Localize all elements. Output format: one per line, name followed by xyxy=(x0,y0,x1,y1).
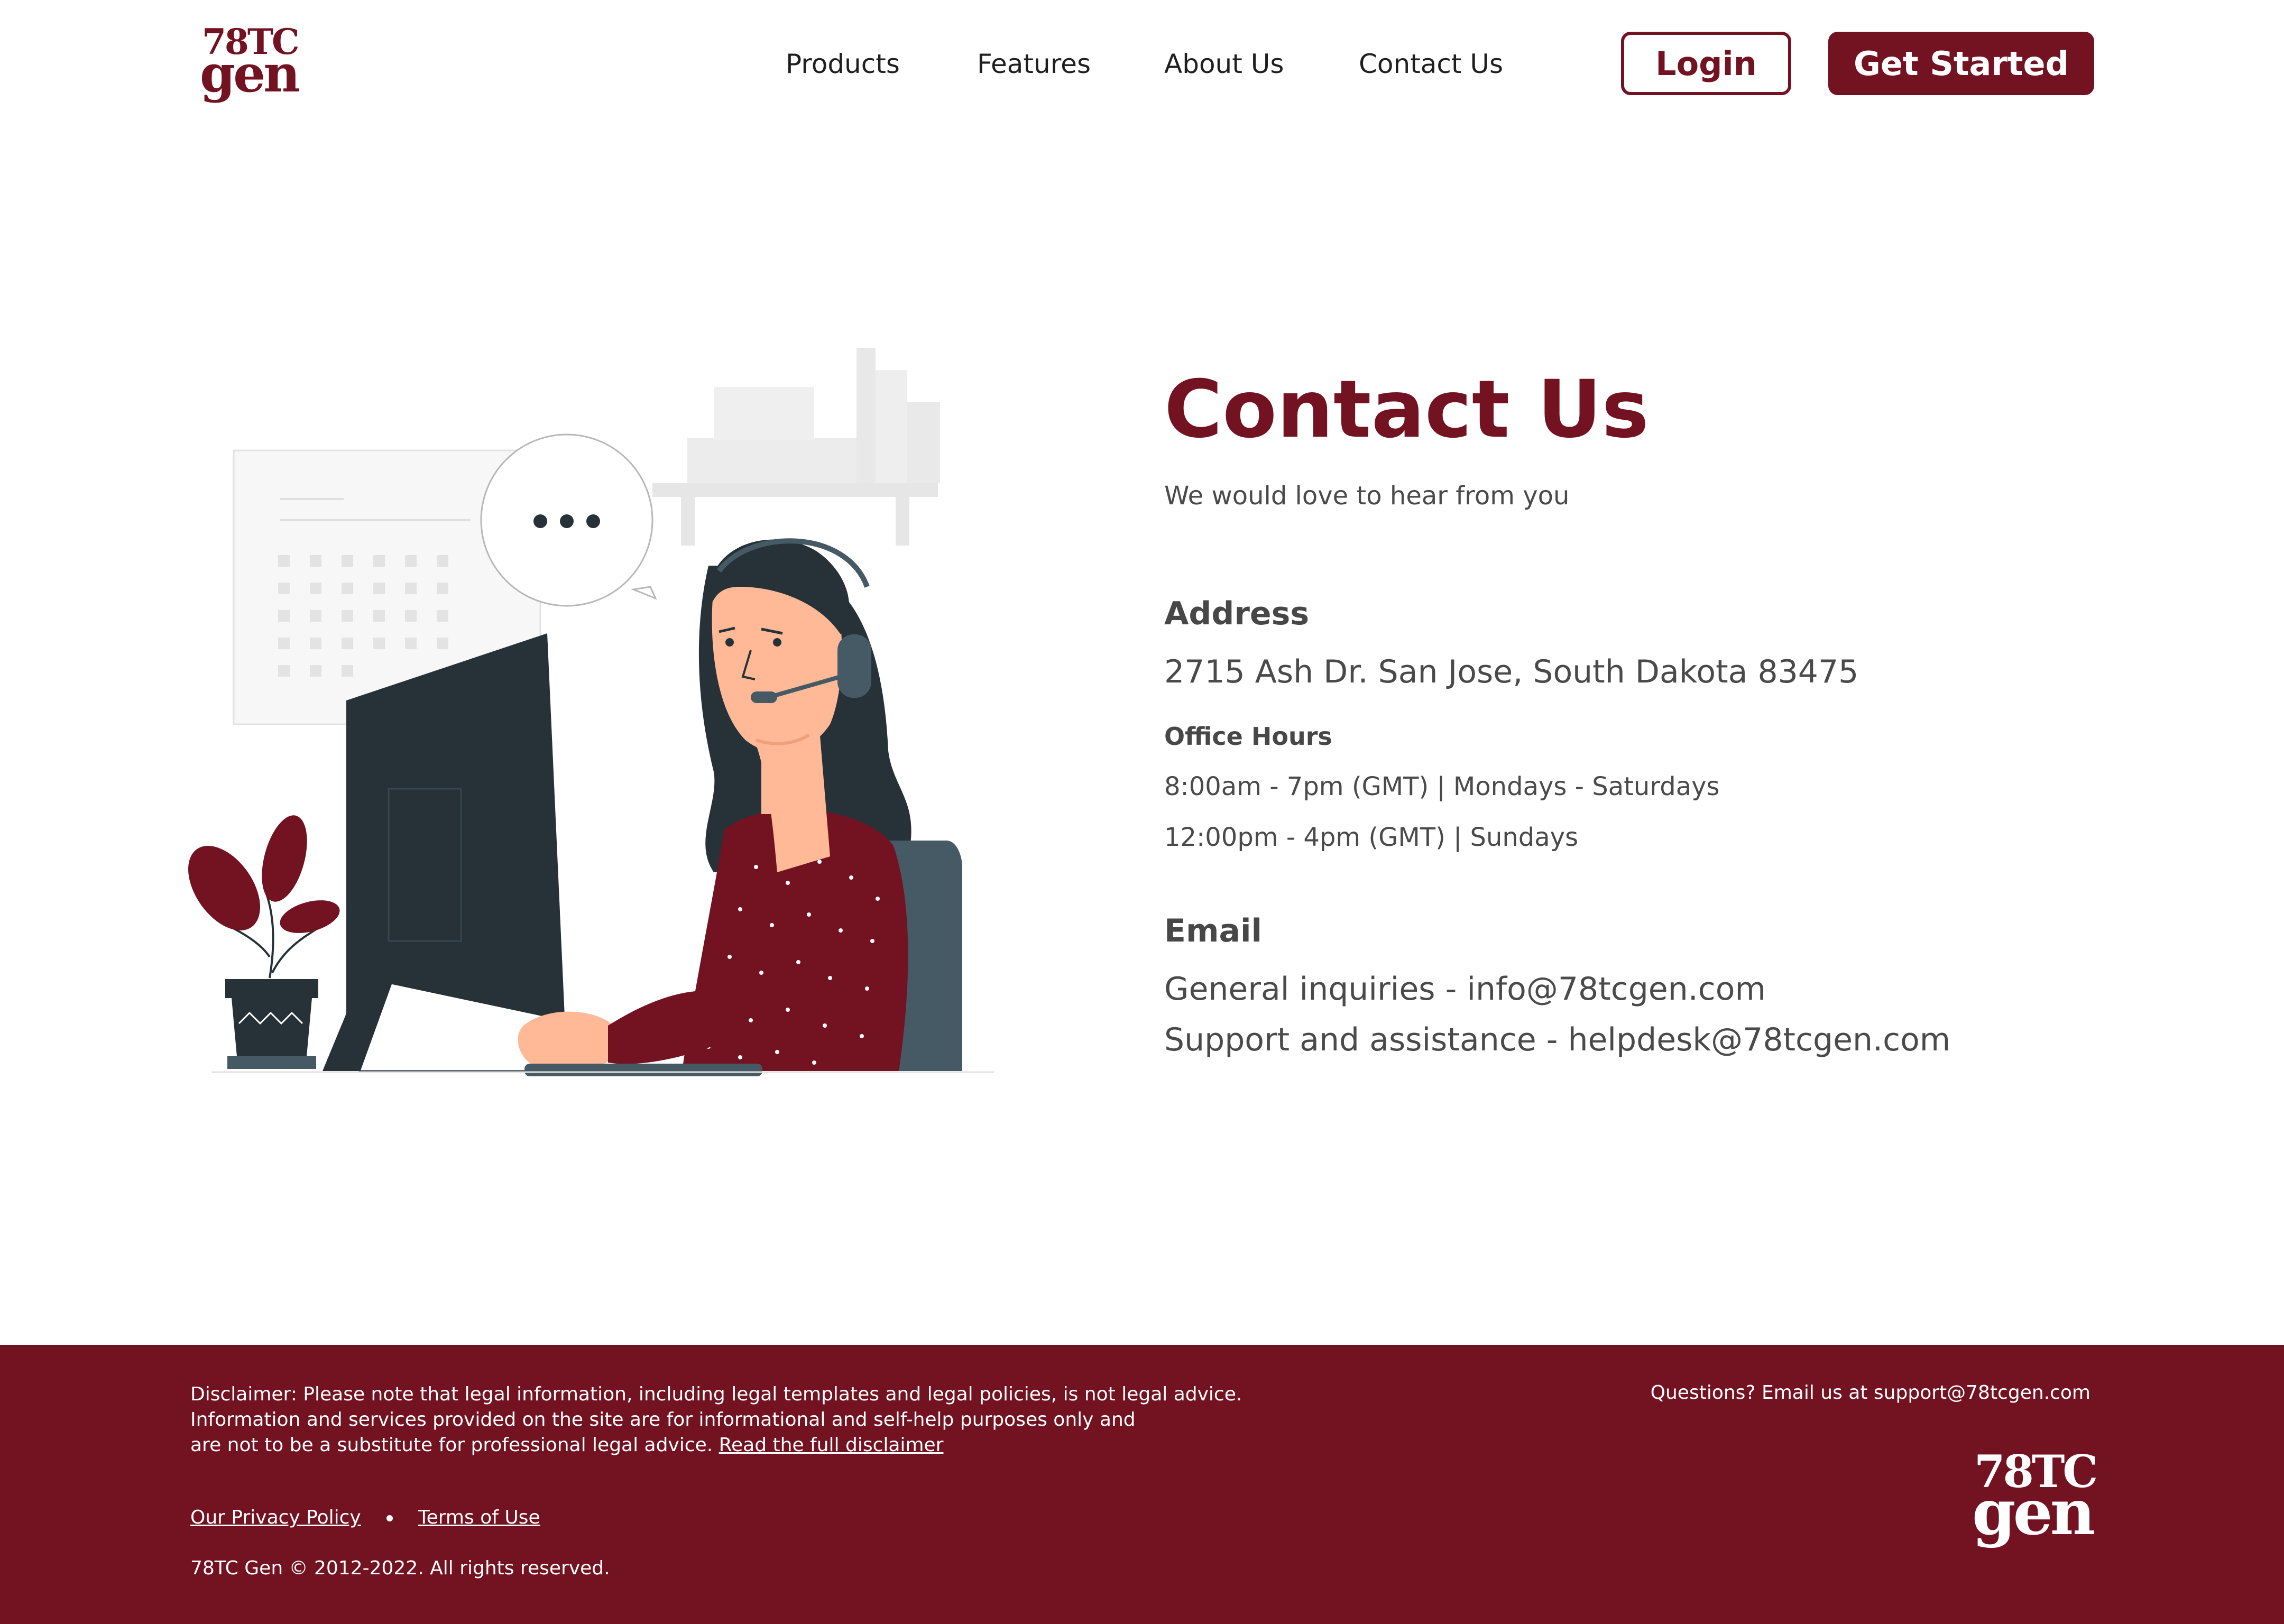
site-header: 78TC gen Products Features About Us Cont… xyxy=(0,0,2284,127)
page-title: Contact Us xyxy=(1164,364,1649,456)
footer-links: Our Privacy Policy Terms of Use xyxy=(190,1507,540,1528)
email-heading: Email xyxy=(1164,912,1263,949)
read-disclaimer-link[interactable]: Read the full disclaimer xyxy=(719,1434,944,1456)
nav-about-us[interactable]: About Us xyxy=(1164,49,1284,79)
copyright-text: 78TC Gen © 2012-2022. All rights reserve… xyxy=(190,1557,610,1579)
disclaimer-line: Information and services provided on the… xyxy=(190,1409,1136,1431)
address-heading: Address xyxy=(1164,595,1310,632)
monitor-icon xyxy=(323,633,567,1072)
terms-of-use-link[interactable]: Terms of Use xyxy=(418,1507,540,1528)
nav-products[interactable]: Products xyxy=(786,49,900,79)
disclaimer-line: Disclaimer: Please note that legal infor… xyxy=(190,1383,1242,1405)
speech-bubble-icon xyxy=(480,433,657,607)
disclaimer-line: are not to be a substitute for professio… xyxy=(190,1433,1301,1458)
nav-contact-us[interactable]: Contact Us xyxy=(1359,49,1503,79)
address-text: 2715 Ash Dr. San Jose, South Dakota 8347… xyxy=(1164,653,1859,690)
privacy-policy-link[interactable]: Our Privacy Policy xyxy=(190,1507,361,1528)
page-subtitle: We would love to hear from you xyxy=(1164,481,1570,511)
footer-logo-line-2: gen xyxy=(1972,1475,2095,1549)
site-footer: Disclaimer: Please note that legal infor… xyxy=(0,1345,2284,1624)
office-hours-sundays: 12:00pm - 4pm (GMT) | Sundays xyxy=(1164,823,1579,852)
disclaimer-text: Disclaimer: Please note that legal infor… xyxy=(190,1382,1301,1458)
shelf-icon xyxy=(652,348,940,546)
nav-features[interactable]: Features xyxy=(977,49,1091,79)
office-hours-weekdays: 8:00am - 7pm (GMT) | Mondays - Saturdays xyxy=(1164,772,1720,801)
potted-plant-icon xyxy=(188,815,340,1069)
customer-support-agent-illustration xyxy=(188,348,994,1076)
get-started-button[interactable]: Get Started xyxy=(1828,32,2094,95)
brand-logo[interactable]: 78TC gen xyxy=(200,24,300,104)
office-hours-heading: Office Hours xyxy=(1164,722,1332,751)
login-button[interactable]: Login xyxy=(1621,32,1791,95)
bullet-separator xyxy=(386,1515,393,1521)
logo-line-2: gen xyxy=(200,44,300,104)
support-email-text[interactable]: Questions? Email us at support@78tcgen.c… xyxy=(1651,1382,2090,1404)
footer-logo[interactable]: 78TC gen xyxy=(1972,1450,2098,1555)
disclaimer-line-text: are not to be a substitute for professio… xyxy=(190,1434,713,1456)
email-general-inquiries[interactable]: General inquiries - info@78tcgen.com xyxy=(1164,971,1766,1008)
email-support[interactable]: Support and assistance - helpdesk@78tcge… xyxy=(1164,1021,1950,1058)
